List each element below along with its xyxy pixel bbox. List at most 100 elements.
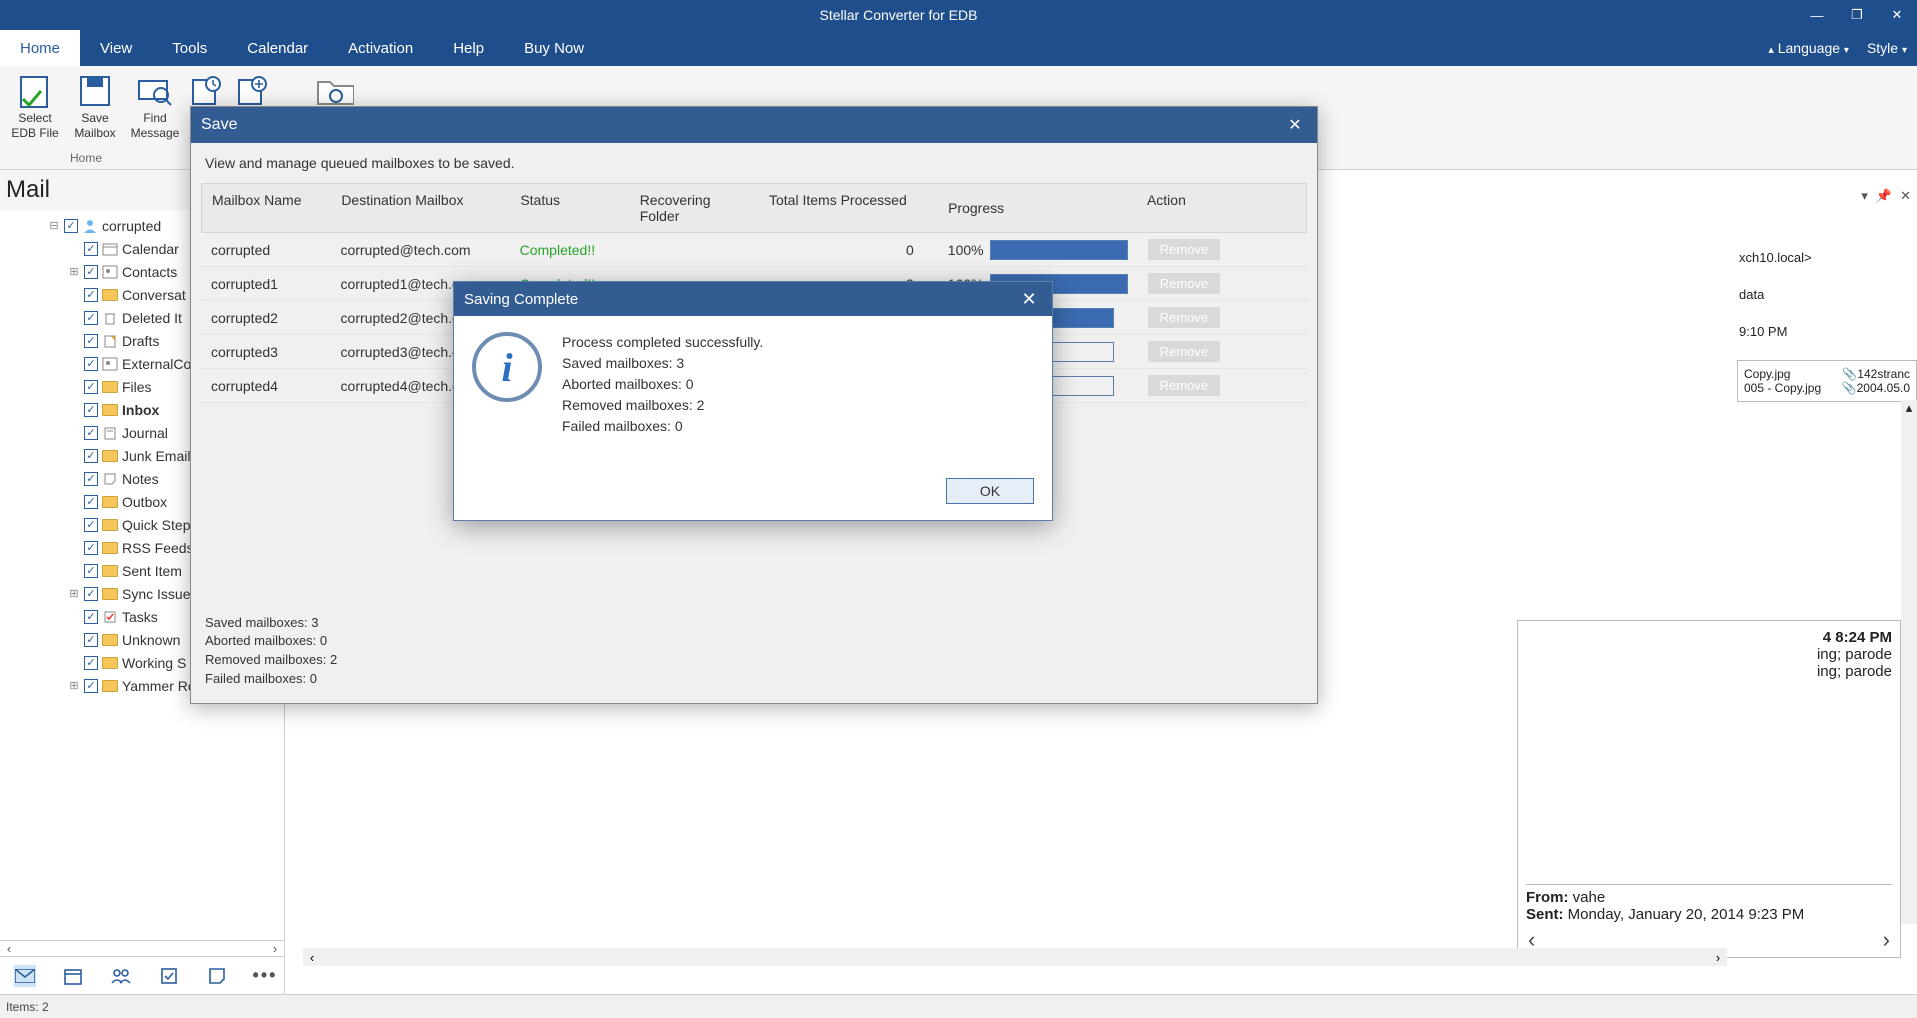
checkbox[interactable]: ✓ xyxy=(84,311,98,325)
preview-line: xch10.local> xyxy=(1739,248,1917,269)
folder-icon xyxy=(102,472,118,486)
folder-icon xyxy=(102,311,118,325)
tab-help[interactable]: Help xyxy=(433,30,504,66)
folder-icon xyxy=(102,587,118,601)
nav-more-icon[interactable]: ••• xyxy=(254,965,276,987)
save-mailbox-button[interactable]: SaveMailbox xyxy=(68,70,122,140)
checkbox[interactable]: ✓ xyxy=(84,541,98,555)
tree-label: Tasks xyxy=(122,609,158,625)
checkbox[interactable]: ✓ xyxy=(84,403,98,417)
folder-icon xyxy=(102,265,118,279)
ok-button[interactable]: OK xyxy=(946,478,1034,504)
expand-icon[interactable]: ⊞ xyxy=(68,679,80,692)
nav-notes-icon[interactable] xyxy=(206,965,228,987)
tab-activation[interactable]: Activation xyxy=(328,30,433,66)
remove-button[interactable]: Remove xyxy=(1148,273,1220,294)
tree-label: Inbox xyxy=(122,402,159,418)
checkbox[interactable]: ✓ xyxy=(84,288,98,302)
language-menu[interactable]: ▴ Language ▾ xyxy=(1768,40,1849,56)
checkbox[interactable]: ✓ xyxy=(84,426,98,440)
nav-tasks-icon[interactable] xyxy=(158,965,180,987)
tree-label: Junk Email xyxy=(122,448,190,464)
expand-icon[interactable]: ⊟ xyxy=(48,219,60,232)
tab-view[interactable]: View xyxy=(80,30,152,66)
checkbox[interactable]: ✓ xyxy=(84,633,98,647)
tab-buy-now[interactable]: Buy Now xyxy=(504,30,604,66)
checkbox[interactable]: ✓ xyxy=(84,472,98,486)
preview-pane: ▾ 📌 ✕ xch10.local> data 9:10 PM Copy.jpg… xyxy=(1737,170,1917,994)
next-message-icon[interactable]: › xyxy=(1883,927,1890,953)
attachment-row[interactable]: 005 - Copy.jpg📎2004.05.0 xyxy=(1744,381,1910,395)
find-message-button[interactable]: FindMessage xyxy=(128,70,182,140)
tab-calendar[interactable]: Calendar xyxy=(227,30,328,66)
scroll-left-icon[interactable]: ‹ xyxy=(0,941,18,956)
checkbox[interactable]: ✓ xyxy=(84,357,98,371)
scroll-right-icon[interactable]: › xyxy=(1709,950,1727,965)
folder-icon xyxy=(82,219,98,233)
scroll-left-icon[interactable]: ‹ xyxy=(303,950,321,965)
checkbox[interactable]: ✓ xyxy=(84,242,98,256)
remove-button[interactable]: Remove xyxy=(1148,375,1220,396)
cell-destination: corrupted@tech.com xyxy=(330,234,509,266)
modal-close-icon[interactable]: ✕ xyxy=(1016,289,1042,310)
folder-icon xyxy=(102,334,118,348)
search-icon xyxy=(136,72,174,110)
scroll-right-icon[interactable]: › xyxy=(266,941,284,956)
collapse-icon[interactable]: ▾ xyxy=(1861,188,1868,204)
style-menu[interactable]: Style ▾ xyxy=(1867,40,1907,56)
expand-icon[interactable]: ⊞ xyxy=(68,265,80,278)
preview-line: data xyxy=(1739,285,1917,306)
remove-button[interactable]: Remove xyxy=(1148,341,1220,362)
folder-icon xyxy=(102,541,118,555)
tree-label: Files xyxy=(122,379,152,395)
checkbox[interactable]: ✓ xyxy=(84,495,98,509)
cell-mailbox-name: corrupted xyxy=(201,234,330,266)
folder-icon xyxy=(102,495,118,509)
tree-label: Working S xyxy=(122,655,186,671)
status-bar: Items: 2 xyxy=(0,994,1917,1018)
load-scan-icon xyxy=(235,72,273,110)
minimize-button[interactable]: — xyxy=(1797,0,1837,30)
select-edb-file-button[interactable]: SelectEDB File xyxy=(8,70,62,140)
expand-icon[interactable]: ⊞ xyxy=(68,587,80,600)
preview-line: 9:10 PM xyxy=(1739,322,1917,343)
close-pane-icon[interactable]: ✕ xyxy=(1900,188,1911,204)
folder-icon xyxy=(102,357,118,371)
message-body: 4 8:24 PM ing; parode ing; parode From: … xyxy=(1517,620,1901,958)
close-button[interactable]: ✕ xyxy=(1877,0,1917,30)
checkbox[interactable]: ✓ xyxy=(84,518,98,532)
dialog-summary: Saved mailboxes: 3Aborted mailboxes: 0Re… xyxy=(205,614,337,689)
cell-mailbox-name: corrupted3 xyxy=(201,336,331,368)
remove-button[interactable]: Remove xyxy=(1148,307,1220,328)
checkbox[interactable]: ✓ xyxy=(84,265,98,279)
dialog-close-icon[interactable]: ✕ xyxy=(1283,115,1307,135)
attachment-row[interactable]: Copy.jpg📎142stranc xyxy=(1744,367,1910,381)
cell-status: Completed!! xyxy=(510,234,629,266)
checkbox[interactable]: ✓ xyxy=(84,587,98,601)
checkbox[interactable]: ✓ xyxy=(84,334,98,348)
tree-hscroll[interactable]: ‹ › xyxy=(0,940,284,956)
titlebar: Stellar Converter for EDB — ❐ ✕ xyxy=(0,0,1917,30)
scroll-up-icon[interactable]: ▴ xyxy=(1906,400,1913,416)
checkbox[interactable]: ✓ xyxy=(84,679,98,693)
content-hscroll[interactable]: ‹ › xyxy=(303,948,1727,966)
checkbox[interactable]: ✓ xyxy=(64,219,78,233)
tab-tools[interactable]: Tools xyxy=(152,30,227,66)
checkbox[interactable]: ✓ xyxy=(84,610,98,624)
tab-home[interactable]: Home xyxy=(0,30,80,66)
checkbox[interactable]: ✓ xyxy=(84,380,98,394)
checkbox[interactable]: ✓ xyxy=(84,564,98,578)
nav-contacts-icon[interactable] xyxy=(110,965,132,987)
cell-mailbox-name: corrupted4 xyxy=(201,370,331,402)
checkbox[interactable]: ✓ xyxy=(84,449,98,463)
restore-button[interactable]: ❐ xyxy=(1837,0,1877,30)
nav-mail-icon[interactable] xyxy=(14,965,36,987)
sidebar-nav: ••• xyxy=(0,956,284,994)
checkbox[interactable]: ✓ xyxy=(84,656,98,670)
pin-icon[interactable]: 📌 xyxy=(1876,188,1892,204)
remove-button[interactable]: Remove xyxy=(1148,239,1220,260)
nav-calendar-icon[interactable] xyxy=(62,965,84,987)
folder-icon xyxy=(102,679,118,693)
modal-title: Saving Complete xyxy=(464,291,578,308)
tree-label: Sent Item xyxy=(122,563,182,579)
